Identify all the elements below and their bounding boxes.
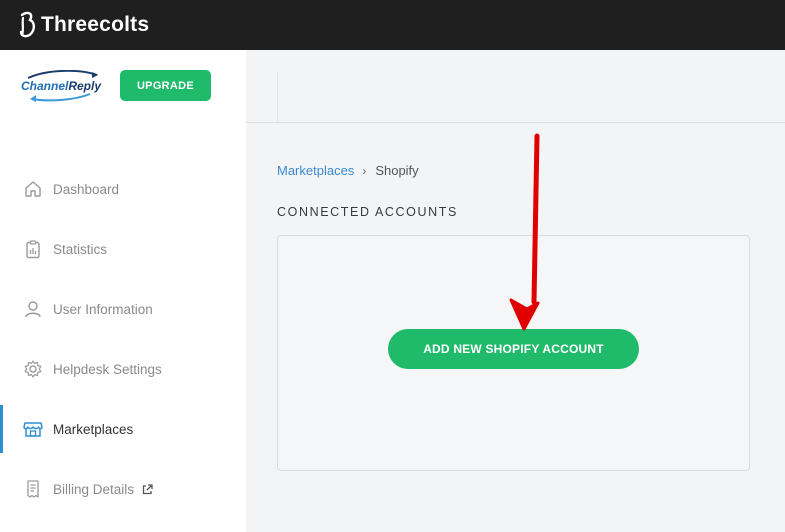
page-header	[246, 50, 785, 123]
header-divider	[277, 72, 278, 122]
chevron-right-icon: ›	[362, 163, 367, 178]
sidebar-item-label: Dashboard	[53, 181, 120, 197]
section-title: CONNECTED ACCOUNTS	[277, 205, 458, 219]
top-bar: Threecolts	[0, 0, 785, 50]
sidebar-item-dashboard[interactable]: Dashboard	[0, 165, 246, 213]
user-icon	[22, 298, 44, 320]
sidebar-item-statistics[interactable]: Statistics	[0, 225, 246, 273]
sidebar-item-billing-details[interactable]: Billing Details	[0, 465, 246, 513]
sidebar-item-label: User Information	[53, 301, 153, 317]
receipt-icon	[22, 478, 44, 500]
store-icon	[22, 418, 44, 440]
sidebar-item-label: Billing Details	[53, 481, 135, 497]
connected-accounts-panel: ADD NEW SHOPIFY ACCOUNT	[277, 235, 750, 471]
breadcrumb: Marketplaces › Shopify	[277, 163, 419, 178]
sidebar-item-label: Statistics	[53, 241, 108, 257]
clipboard-chart-icon	[22, 238, 44, 260]
sidebar-item-label: Helpdesk Settings	[53, 361, 162, 377]
breadcrumb-marketplaces-link[interactable]: Marketplaces	[277, 163, 354, 178]
brand-name: Threecolts	[41, 13, 150, 36]
threecolts-logo-icon	[19, 11, 35, 38]
main-content: Marketplaces › Shopify CONNECTED ACCOUNT…	[246, 124, 785, 532]
sidebar-item-label: Marketplaces	[53, 421, 134, 437]
breadcrumb-current: Shopify	[375, 163, 419, 178]
sidebar-item-marketplaces[interactable]: Marketplaces	[0, 405, 246, 453]
sidebar: ChannelReply UPGRADE Dashboard Statistic…	[0, 50, 246, 532]
gear-icon	[22, 358, 44, 380]
sidebar-item-helpdesk-settings[interactable]: Helpdesk Settings	[0, 345, 246, 393]
sidebar-item-user-information[interactable]: User Information	[0, 285, 246, 333]
external-link-icon	[142, 483, 153, 494]
upgrade-button[interactable]: UPGRADE	[120, 70, 211, 101]
channelreply-wordmark: ChannelReply	[21, 79, 102, 93]
home-icon	[22, 178, 44, 200]
add-shopify-account-button[interactable]: ADD NEW SHOPIFY ACCOUNT	[388, 329, 639, 369]
